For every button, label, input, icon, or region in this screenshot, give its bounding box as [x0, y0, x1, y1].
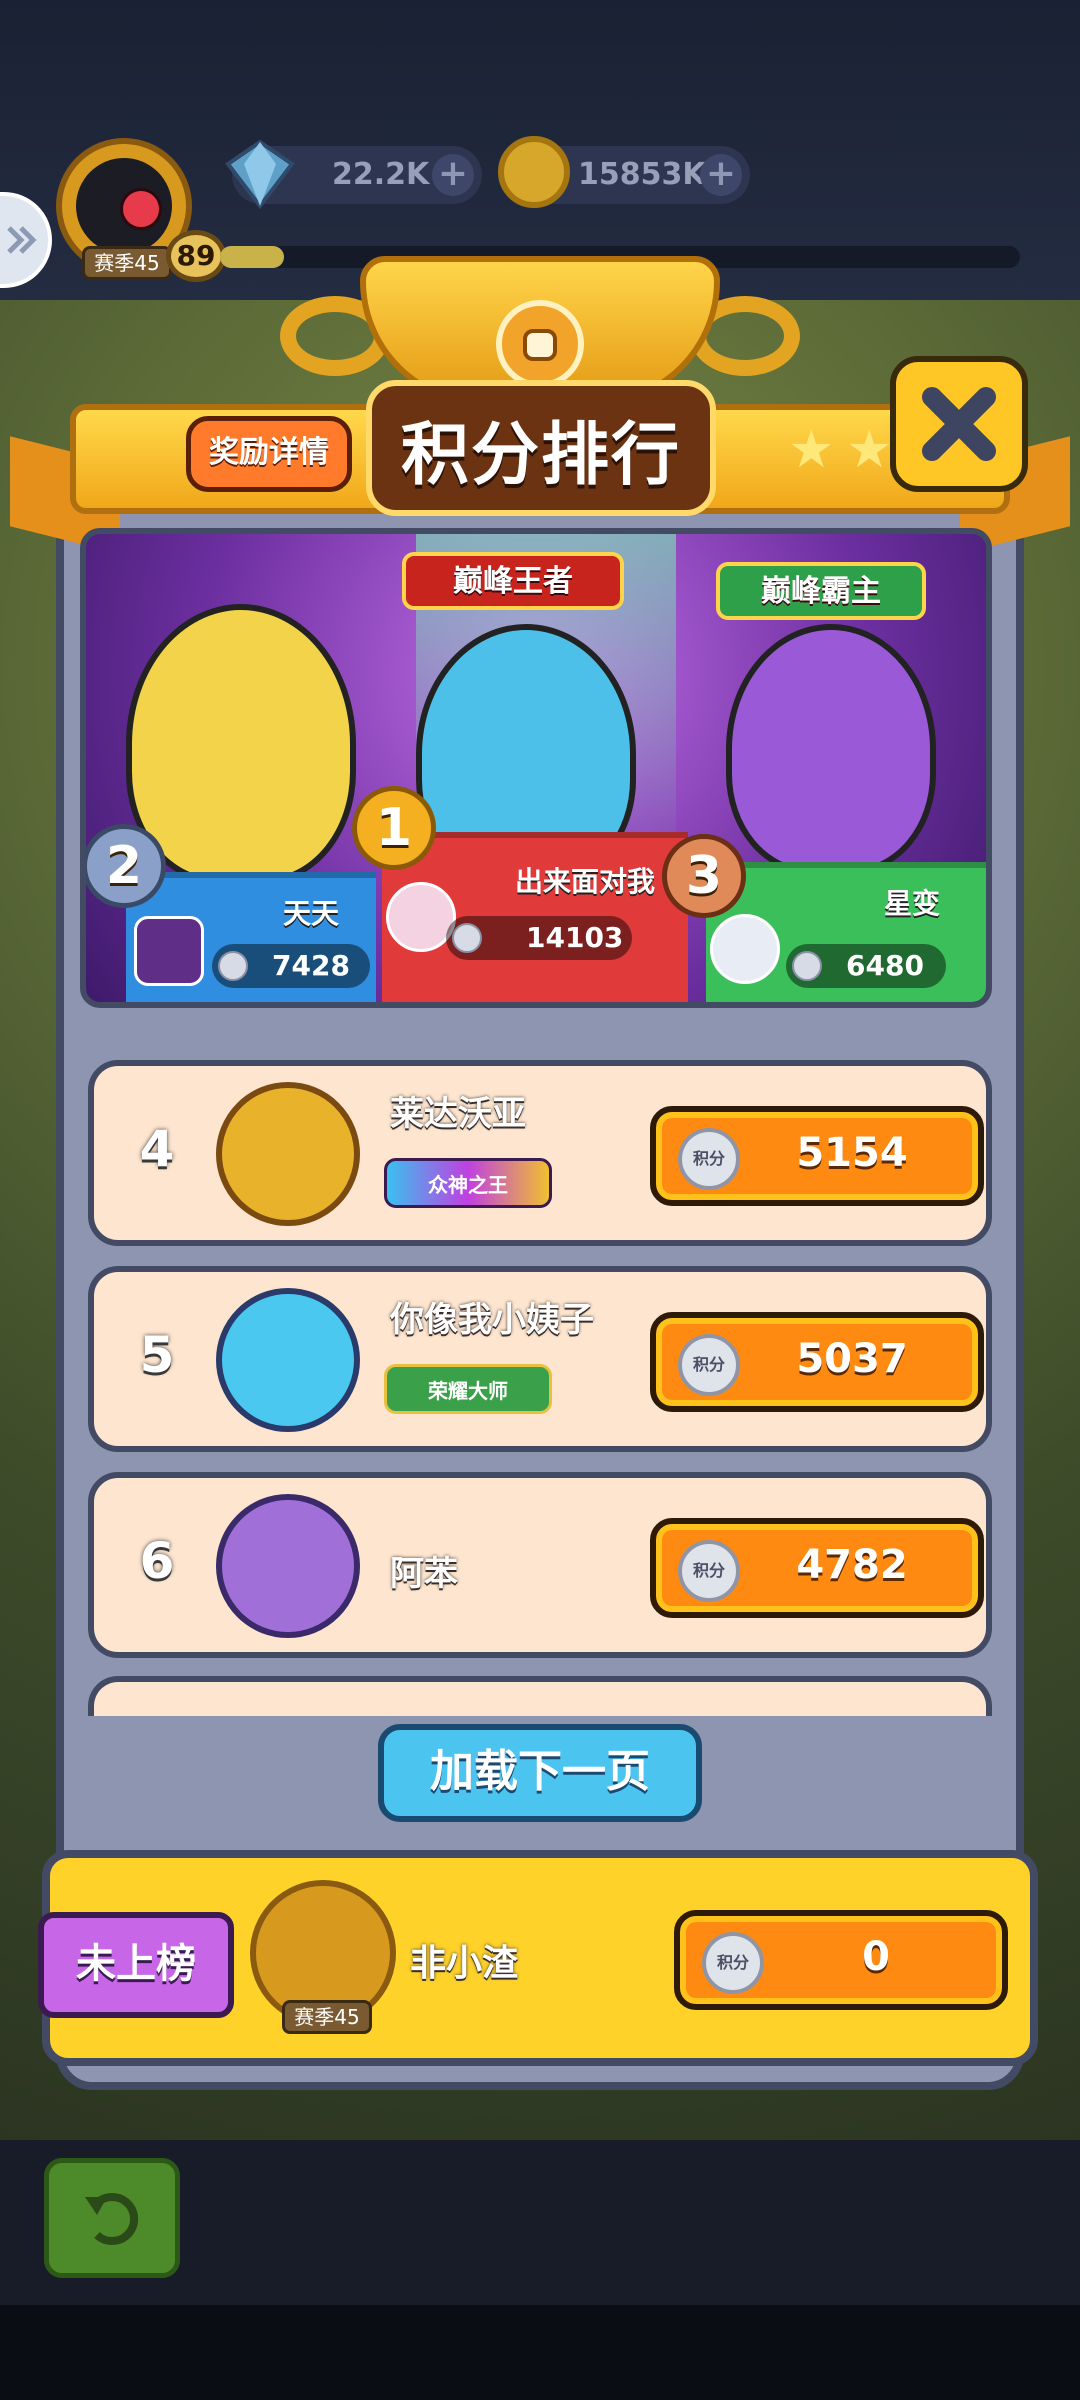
- add-gems-button[interactable]: +: [432, 154, 474, 196]
- score-coin-icon: [218, 951, 248, 981]
- back-button[interactable]: [44, 2158, 180, 2278]
- top3-podium: 天天 7428 2 出来面对我 14103 1 巅峰王者 星变 6480 3 巅…: [80, 528, 992, 1008]
- add-coins-button[interactable]: +: [700, 154, 742, 196]
- my-season-tag: 赛季45: [282, 2000, 372, 2034]
- podium-block-3: 星变 6480: [706, 862, 986, 1002]
- rank1-title: 巅峰王者: [402, 552, 624, 610]
- fist-medal-icon: [496, 300, 584, 388]
- score-coin-icon: [452, 923, 482, 953]
- player-avatar[interactable]: [216, 1494, 360, 1638]
- unranked-tag: 未上榜: [38, 1912, 234, 2018]
- rank3-title: 巅峰霸主: [716, 562, 926, 620]
- gold-coin-icon: [498, 136, 570, 208]
- my-score-box: 积分 0: [674, 1910, 1008, 2010]
- list-item[interactable]: 5 你像我小姨子 荣耀大师 积分 5037: [88, 1266, 992, 1452]
- season-tag: 赛季45: [82, 246, 172, 280]
- score-box: 积分 5037: [650, 1312, 984, 1412]
- xp-bar-fill: [220, 246, 284, 268]
- load-next-page-button[interactable]: 加载下一页: [378, 1724, 702, 1822]
- my-score-value: 0: [862, 1934, 890, 1980]
- my-name: 非小渣: [410, 1943, 519, 1984]
- list-item-partial: [88, 1676, 992, 1716]
- close-button[interactable]: [890, 356, 1028, 492]
- rank-number: 4: [139, 1120, 175, 1178]
- level-badge: 89: [166, 230, 226, 282]
- score-box: 积分 5154: [650, 1106, 984, 1206]
- score-coin-icon: [792, 951, 822, 981]
- title-badge: 众神之王: [384, 1158, 552, 1208]
- star-icon: ★: [846, 420, 893, 480]
- rank3-crest: 3: [662, 834, 746, 918]
- rank1-crest: 1: [352, 786, 436, 870]
- player-name: 莱达沃亚: [390, 1094, 526, 1134]
- player-name: 你像我小姨子: [390, 1300, 594, 1340]
- list-item[interactable]: 4 莱达沃亚 众神之王 积分 5154: [88, 1060, 992, 1246]
- rank3-avatar[interactable]: [710, 914, 780, 984]
- rank3-score: 6480: [786, 944, 946, 988]
- player-avatar[interactable]: [216, 1082, 360, 1226]
- player-avatar[interactable]: [216, 1288, 360, 1432]
- score-value: 5154: [796, 1130, 908, 1176]
- return-arrow-icon: [85, 2193, 139, 2245]
- rank2-crest: 2: [86, 824, 166, 908]
- bomb-avatar-icon: [76, 158, 172, 254]
- rank1-score: 14103: [446, 916, 632, 960]
- gem-amount: 22.2K: [332, 157, 430, 192]
- score-box: 积分 4782: [650, 1518, 984, 1618]
- close-icon: [922, 387, 996, 461]
- podium-block-1: 出来面对我 14103: [382, 832, 688, 1002]
- chevron-right-icon: [7, 226, 37, 254]
- player-name: 阿苯: [390, 1554, 458, 1594]
- diamond-icon: [225, 139, 295, 210]
- score-value: 5037: [796, 1336, 908, 1382]
- rank2-avatar[interactable]: [134, 916, 204, 986]
- rank-number: 6: [139, 1532, 175, 1590]
- star-icon: ★: [788, 420, 835, 480]
- score-value: 4782: [796, 1542, 908, 1588]
- rank2-score: 7428: [212, 944, 370, 988]
- reward-details-button[interactable]: 奖励详情: [186, 416, 352, 492]
- modal-title: 积分排行: [366, 380, 716, 516]
- title-badge: 荣耀大师: [384, 1364, 552, 1414]
- rank3-name: 星变: [883, 887, 940, 920]
- podium-block-2: 天天 7428: [126, 872, 376, 1002]
- list-item[interactable]: 6 阿苯 积分 4782: [88, 1472, 992, 1658]
- rank3-character: [726, 624, 936, 874]
- rank2-character: [126, 604, 356, 884]
- coin-amount: 15853K: [578, 157, 706, 192]
- rank-number: 5: [139, 1326, 175, 1384]
